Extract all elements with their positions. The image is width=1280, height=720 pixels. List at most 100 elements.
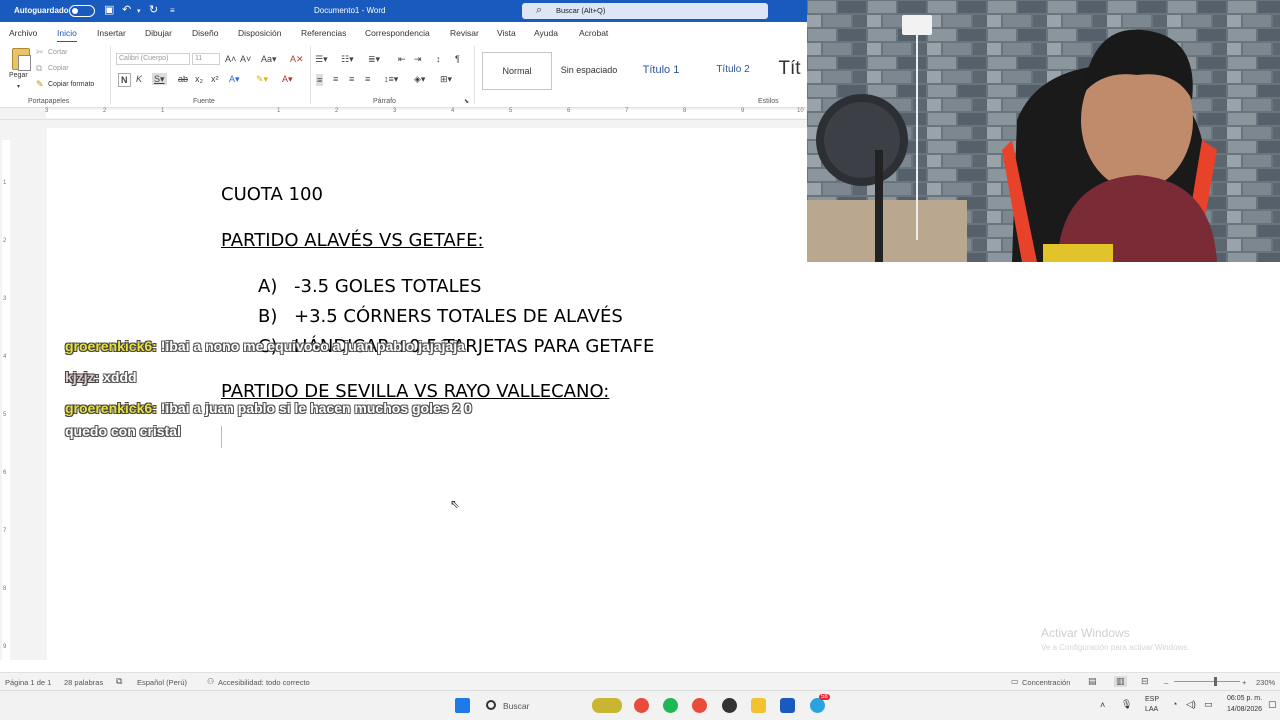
widgets-icon[interactable] [592, 698, 622, 713]
chrome-icon[interactable] [634, 698, 649, 713]
paste-icon[interactable] [12, 48, 31, 71]
zoom-out-icon[interactable]: – [1164, 678, 1168, 687]
style-heading-1[interactable]: Título 1 [626, 52, 696, 90]
read-mode-icon[interactable]: ▤ [1088, 676, 1097, 687]
tab-inicio[interactable]: Inicio [57, 28, 77, 43]
doc-line-cuota[interactable]: CUOTA 100 [221, 184, 323, 205]
word-icon[interactable] [780, 698, 795, 713]
grow-font-icon[interactable]: A˄ [225, 54, 236, 64]
save-icon[interactable]: ▣ [104, 4, 114, 16]
focus-mode-button[interactable]: Concentración [1022, 678, 1070, 687]
network-icon[interactable]: ◔ [1172, 699, 1177, 709]
bullets-icon[interactable]: ☰▾ [315, 54, 328, 64]
paste-dropdown-icon[interactable]: ▾ [17, 82, 20, 92]
word-count[interactable]: 28 palabras [64, 678, 103, 687]
language-indicator[interactable]: Español (Perú) [137, 678, 187, 687]
tab-diseno[interactable]: Diseño [192, 28, 218, 38]
shrink-font-icon[interactable]: A˅ [240, 54, 251, 64]
spotify-icon[interactable] [663, 698, 678, 713]
customize-toolbar-icon[interactable]: ≡ [170, 5, 175, 17]
text-effects-icon[interactable]: A▾ [229, 74, 240, 84]
clear-format-icon[interactable]: A✕ [290, 54, 304, 64]
battery-icon[interactable]: ▭ [1204, 699, 1213, 710]
align-right-icon[interactable]: ≡ [349, 74, 354, 84]
autosave-toggle[interactable] [69, 5, 95, 17]
clock-time[interactable]: 06:05 p. m. [1227, 695, 1262, 702]
style-normal[interactable]: Normal [482, 52, 552, 90]
page-count[interactable]: Página 1 de 1 [5, 678, 51, 687]
underline-icon[interactable]: S▾ [152, 73, 167, 85]
italic-icon[interactable]: K [136, 74, 142, 84]
language-top[interactable]: ESP [1145, 696, 1159, 703]
cut-button[interactable]: Cortar [48, 49, 67, 56]
line-spacing-icon[interactable]: ↕≡▾ [384, 74, 398, 84]
tab-correspondencia[interactable]: Correspondencia [365, 28, 430, 38]
font-name-box[interactable]: Calibri (Cuerpo) [116, 53, 190, 65]
tab-referencias[interactable]: Referencias [301, 28, 346, 38]
numbering-icon[interactable]: ☷▾ [341, 54, 354, 64]
taskbar-search[interactable]: Buscar [503, 701, 529, 711]
doc-heading-alaves-getafe[interactable]: PARTIDO ALAVÉS VS GETAFE: [221, 230, 484, 251]
tab-ayuda[interactable]: Ayuda [534, 28, 558, 38]
notification-icon[interactable]: ▢ [1268, 699, 1277, 710]
bold-icon[interactable]: N [118, 73, 131, 87]
tab-revisar[interactable]: Revisar [450, 28, 479, 38]
copy-icon[interactable]: ⧉ [36, 63, 42, 73]
tab-archivo[interactable]: Archivo [9, 28, 37, 38]
subscript-icon[interactable]: x₂ [195, 74, 203, 84]
doc-option-b[interactable]: +3.5 CÓRNERS TOTALES DE ALAVÉS [294, 306, 623, 327]
web-layout-icon[interactable]: ⊟ [1141, 676, 1149, 687]
strikethrough-icon[interactable]: ab [178, 74, 188, 84]
font-color-icon[interactable]: A▾ [282, 74, 293, 84]
start-icon[interactable] [455, 698, 470, 713]
zoom-in-icon[interactable]: + [1242, 678, 1246, 687]
file-explorer-icon[interactable] [751, 698, 766, 713]
undo-dropdown-icon[interactable]: ▾ [137, 6, 141, 18]
tab-dibujar[interactable]: Dibujar [145, 28, 172, 38]
vertical-ruler[interactable]: 1 2 3 4 5 6 7 8 9 [0, 120, 12, 660]
telegram-icon[interactable] [810, 698, 825, 713]
obs-icon[interactable] [722, 698, 737, 713]
search-icon[interactable] [486, 700, 496, 710]
increase-indent-icon[interactable]: ⇥ [414, 54, 422, 64]
multilevel-list-icon[interactable]: ≣▾ [368, 54, 380, 64]
tab-insertar[interactable]: Insertar [97, 28, 126, 38]
clock-date[interactable]: 14/08/2026 [1227, 706, 1262, 713]
style-no-spacing[interactable]: Sin espaciado [554, 52, 624, 90]
align-center-icon[interactable]: ≡ [333, 74, 338, 84]
tab-disposicion[interactable]: Disposición [238, 28, 281, 38]
style-heading-2[interactable]: Título 2 [698, 52, 768, 90]
mic-icon[interactable]: 🎙 [1121, 699, 1132, 710]
chrome-profile-icon[interactable] [692, 698, 707, 713]
copy-button[interactable]: Copiar [48, 65, 69, 72]
zoom-level[interactable]: 230% [1256, 678, 1275, 687]
tray-chevron-icon[interactable]: ˄ [1100, 700, 1105, 710]
format-painter-button[interactable]: Copiar formato [48, 81, 94, 88]
tab-acrobat[interactable]: Acrobat [579, 28, 608, 38]
show-marks-icon[interactable]: ¶ [455, 54, 460, 64]
zoom-slider-thumb[interactable] [1214, 677, 1217, 686]
proofing-icon[interactable]: ⧉ [116, 676, 122, 687]
shading-icon[interactable]: ◈▾ [414, 74, 425, 84]
print-layout-icon[interactable]: ▥ [1114, 676, 1127, 687]
style-title[interactable]: Tít [772, 52, 807, 90]
redo-icon[interactable]: ↻ [149, 4, 158, 16]
justify-icon[interactable]: ≡ [365, 74, 370, 84]
align-left-icon[interactable]: ≡ [316, 74, 324, 86]
language-bottom[interactable]: LAA [1145, 706, 1158, 713]
paste-button[interactable]: Pegar [9, 72, 28, 79]
paragraph-launcher-icon[interactable]: ⬊ [464, 97, 469, 107]
accessibility-status[interactable]: Accesibilidad: todo correcto [218, 678, 310, 687]
horizontal-ruler[interactable]: 3 2 1 1 2 3 4 5 6 7 8 9 10 [0, 108, 807, 120]
change-case-icon[interactable]: Aa▾ [261, 54, 277, 64]
doc-heading-sevilla-rayo[interactable]: PARTIDO DE SEVILLA VS RAYO VALLECANO: [221, 381, 609, 402]
borders-icon[interactable]: ⊞▾ [440, 74, 452, 84]
highlight-icon[interactable]: ✎▾ [256, 74, 268, 84]
decrease-indent-icon[interactable]: ⇤ [398, 54, 406, 64]
doc-option-a[interactable]: -3.5 GOLES TOTALES [294, 276, 481, 297]
zoom-slider[interactable] [1174, 681, 1240, 682]
search-box[interactable]: ⌕ Buscar (Alt+Q) [522, 3, 768, 19]
tab-vista[interactable]: Vista [497, 28, 516, 38]
undo-icon[interactable]: ↶ [122, 4, 131, 16]
cut-icon[interactable]: ✂ [36, 47, 44, 57]
